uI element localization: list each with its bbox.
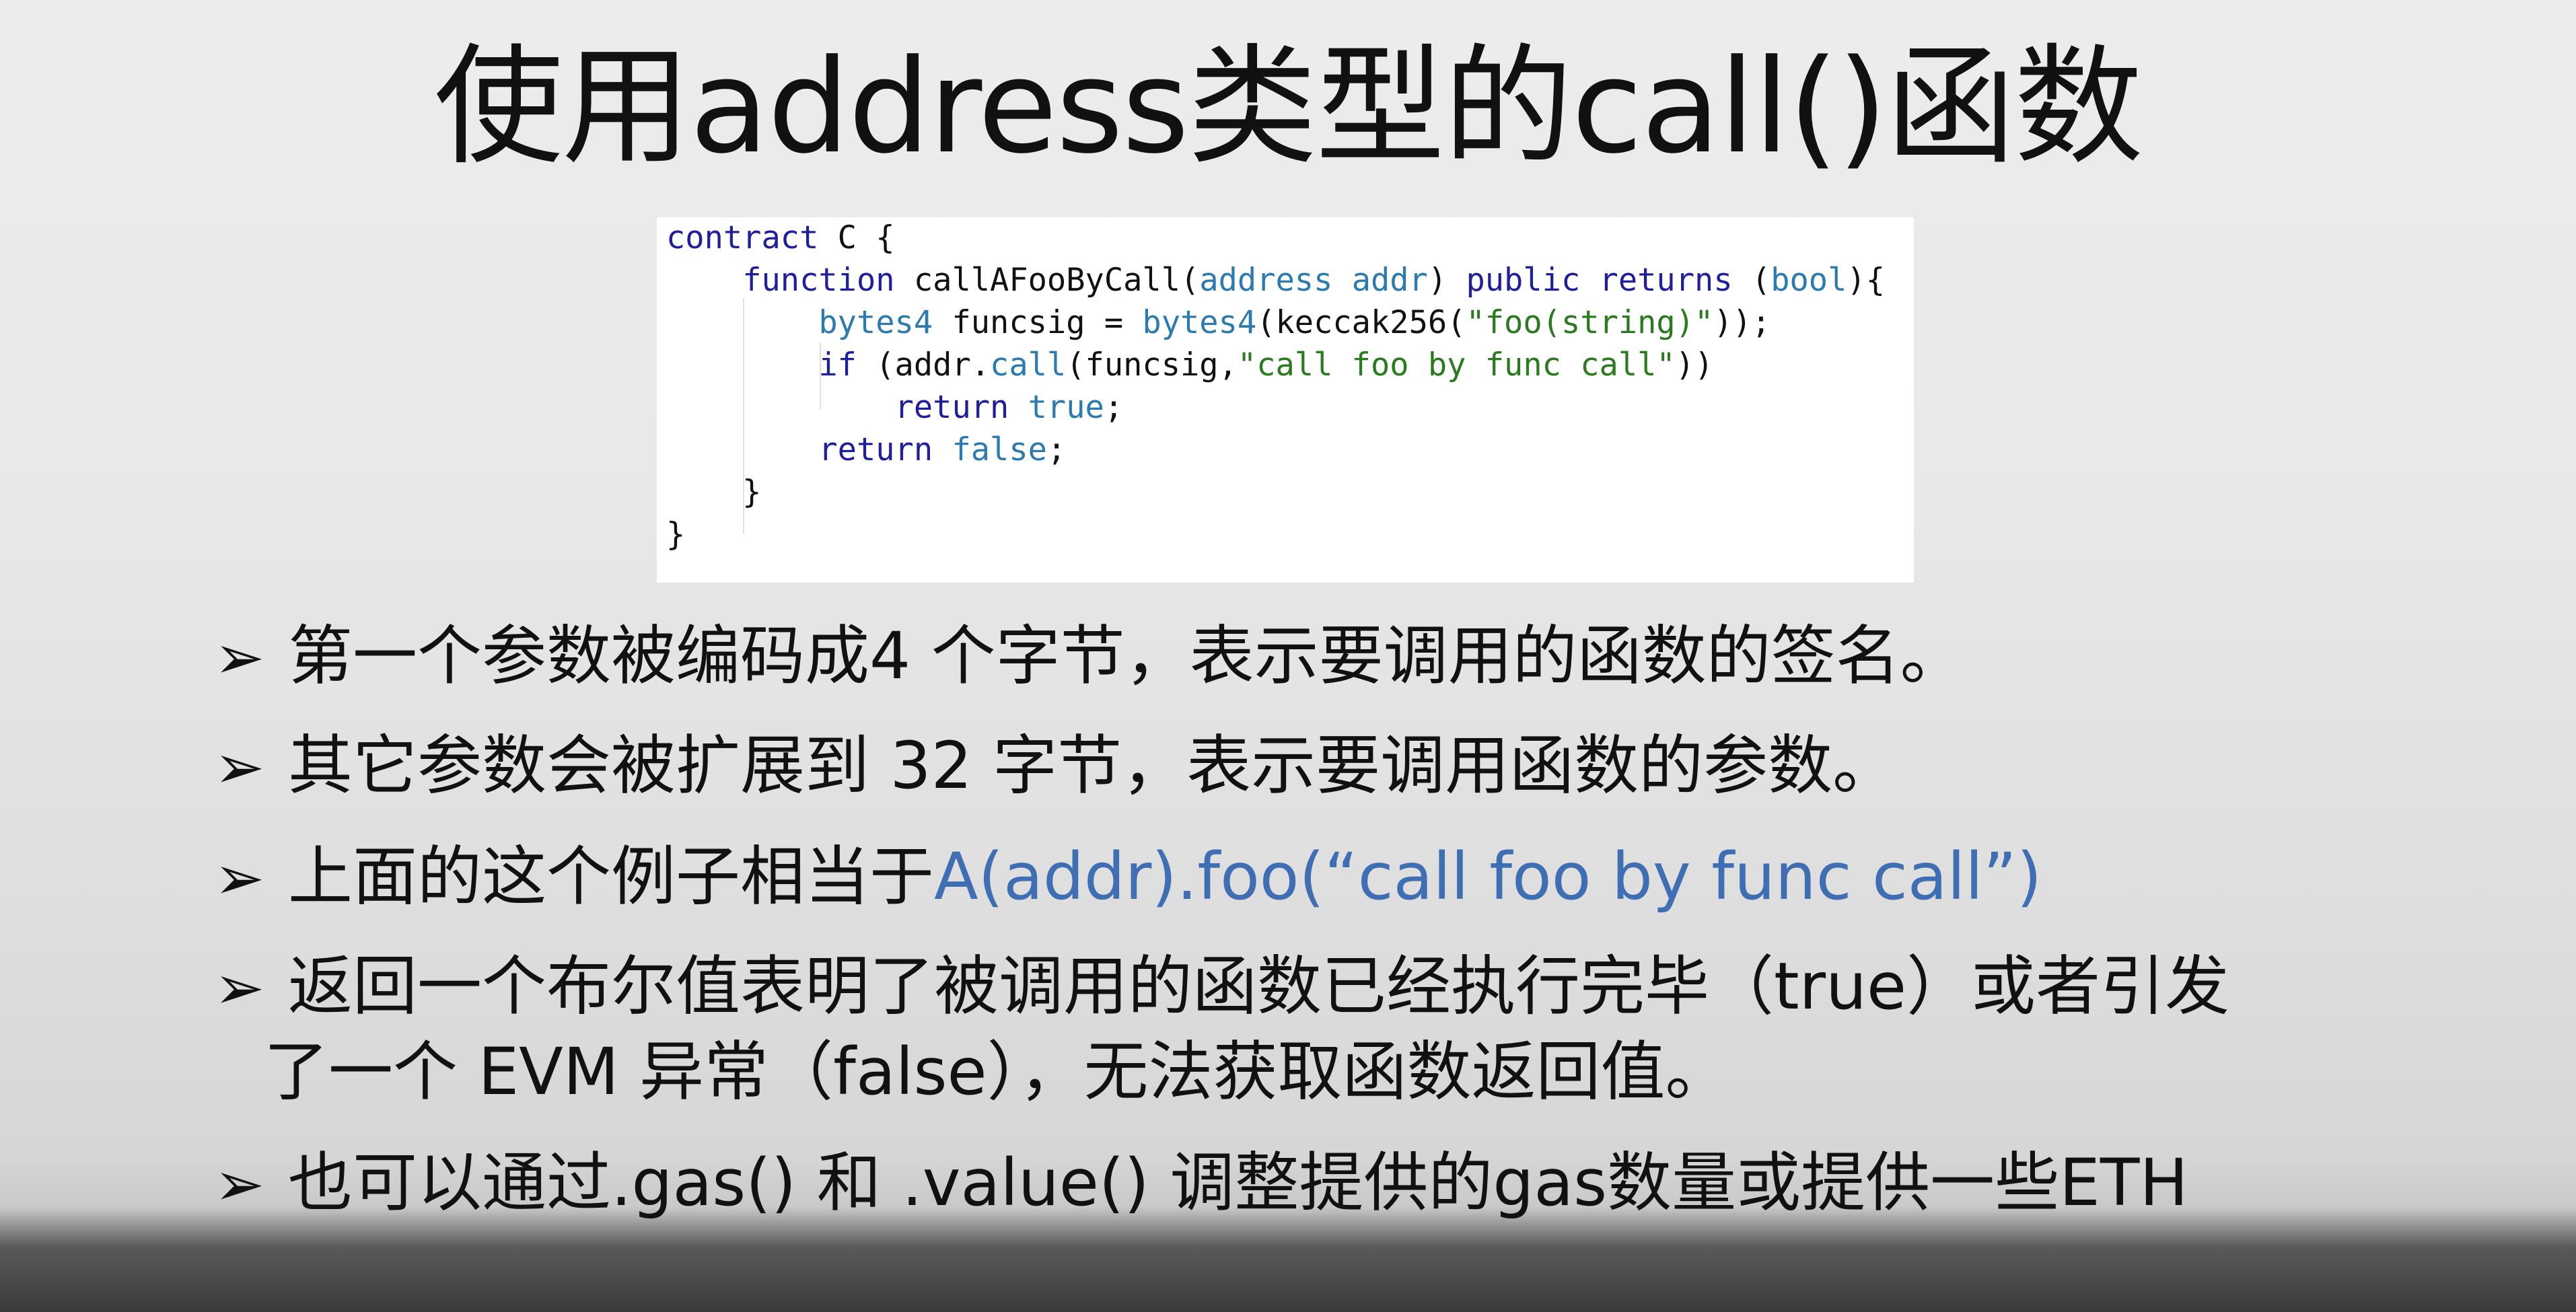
bullet-item: ➢ 上面的这个例子相当于A(addr).foo(“call foo by func… bbox=[214, 834, 2042, 921]
code-token: } bbox=[666, 516, 686, 553]
arrow-bullet-icon: ➢ bbox=[214, 953, 265, 1023]
arrow-bullet-icon: ➢ bbox=[214, 843, 265, 914]
bullet-item: ➢ 其它参数会被扩展到 32 字节，表示要调用函数的参数。 bbox=[214, 723, 1897, 810]
code-line: bytes4 funcsig = bytes4(keccak256("foo(s… bbox=[666, 302, 1770, 344]
bullet-text: 其它参数会被扩展到 32 字节，表示要调用函数的参数。 bbox=[288, 728, 1898, 803]
code-token: ( bbox=[1732, 262, 1771, 299]
code-token: (addr. bbox=[856, 347, 991, 384]
bullet-text: 上面的这个例子相当于 bbox=[288, 839, 934, 914]
code-token: true bbox=[1028, 389, 1104, 426]
arrow-bullet-icon: ➢ bbox=[214, 622, 265, 693]
code-line: if (addr.call(funcsig,"call foo by func … bbox=[666, 344, 1713, 386]
code-line: } bbox=[666, 472, 761, 513]
bullet-item: ➢ 第一个参数被编码成4 个字节，表示要调用的函数的签名。 bbox=[214, 614, 1965, 700]
bullet-text: 第一个参数被编码成4 个字节，表示要调用的函数的签名。 bbox=[288, 618, 1965, 694]
code-token: } bbox=[666, 474, 762, 511]
code-token: return bbox=[818, 431, 933, 468]
code-token: callAFooByCall( bbox=[894, 262, 1200, 299]
code-token: (keccak256( bbox=[1256, 304, 1466, 341]
arrow-bullet-icon: ➢ bbox=[214, 1149, 265, 1220]
bullet-continuation: 了一个 EVM 异常（false），无法获取函数返回值。 bbox=[264, 1034, 1730, 1109]
code-token: bytes4 bbox=[818, 304, 933, 341]
code-token: ; bbox=[1104, 389, 1124, 426]
code-token: return bbox=[894, 389, 1009, 426]
code-token: funcsig = bbox=[933, 304, 1143, 341]
code-line: return false; bbox=[666, 429, 1066, 471]
code-token: bytes4 bbox=[1142, 304, 1257, 341]
code-line: } bbox=[666, 514, 685, 556]
code-token: ) bbox=[1427, 262, 1466, 299]
code-token: addr bbox=[1351, 262, 1428, 299]
slide-title: 使用address类型的call()函数 bbox=[433, 32, 2143, 182]
code-token: bool bbox=[1770, 262, 1847, 299]
bullet-highlight-text: A(addr).foo(“call foo by func call”) bbox=[934, 839, 2042, 914]
bullet-item: ➢ 也可以通过.gas() 和 .value() 调整提供的gas数量或提供一些E… bbox=[214, 1140, 2188, 1227]
bullet-text: 也可以通过.gas() 和 .value() 调整提供的gas数量或提供一些ET… bbox=[288, 1145, 2188, 1220]
code-token: if bbox=[818, 347, 857, 384]
code-token: contract bbox=[666, 219, 819, 256]
code-token: returns bbox=[1599, 262, 1733, 299]
code-token: (funcsig, bbox=[1066, 347, 1238, 384]
code-line: contract C { bbox=[666, 217, 895, 259]
bullet-item: ➢ 返回一个布尔值表明了被调用的函数已经执行完毕（true）或者引发 bbox=[214, 944, 2229, 1031]
code-token: address bbox=[1199, 262, 1333, 299]
code-token: ; bbox=[1046, 431, 1067, 468]
code-line: return true; bbox=[666, 387, 1124, 429]
code-token: false bbox=[952, 431, 1047, 468]
code-token: "call foo by func call" bbox=[1237, 347, 1676, 384]
code-token: public bbox=[1466, 262, 1581, 299]
code-line: function callAFooByCall(address addr) pu… bbox=[666, 260, 1885, 301]
code-token: function bbox=[742, 262, 895, 299]
arrow-bullet-icon: ➢ bbox=[214, 732, 265, 803]
code-token: )); bbox=[1713, 304, 1771, 341]
code-block: contract C { function callAFooByCall(add… bbox=[657, 217, 1914, 583]
code-token: ){ bbox=[1847, 262, 1885, 299]
code-token: )) bbox=[1675, 347, 1714, 384]
bullet-text: 返回一个布尔值表明了被调用的函数已经执行完毕（true）或者引发 bbox=[288, 949, 2230, 1024]
code-token: C { bbox=[818, 219, 895, 256]
code-token: "foo(string)" bbox=[1466, 304, 1714, 341]
code-token: call bbox=[990, 347, 1067, 384]
